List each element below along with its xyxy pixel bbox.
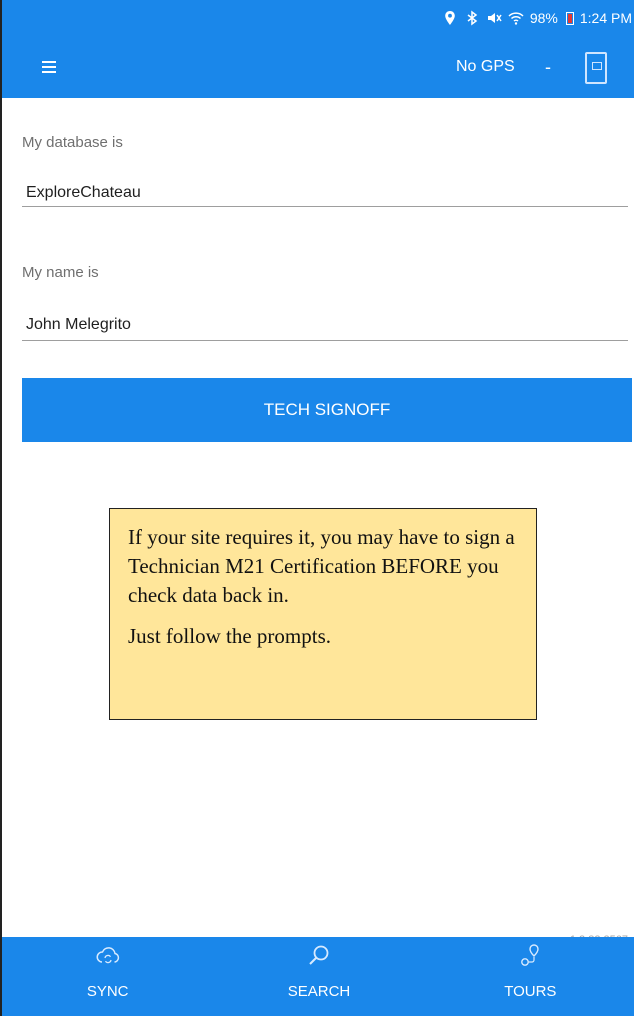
nav-item-sync[interactable]: SYNC <box>2 937 213 1016</box>
hamburger-menu-icon[interactable] <box>32 58 66 80</box>
note-paragraph-1: If your site requires it, you may have t… <box>128 525 515 607</box>
app-screen: 98% 1:24 PM No GPS - My database is Expl… <box>0 0 634 1016</box>
nav-label-tours: TOURS <box>504 983 557 1000</box>
name-label: My name is <box>22 264 99 281</box>
tech-signoff-button[interactable]: TECH SIGNOFF <box>22 378 632 442</box>
document-icon[interactable] <box>585 52 607 84</box>
status-icons: 98% 1:24 PM <box>442 10 632 26</box>
clock: 1:24 PM <box>579 10 632 26</box>
database-field[interactable]: ExploreChateau <box>26 184 141 202</box>
gps-separator: - <box>545 57 551 77</box>
status-bar: 98% 1:24 PM <box>2 0 634 38</box>
name-field[interactable]: John Melegrito <box>26 316 131 334</box>
nav-item-search[interactable]: SEARCH <box>213 937 424 1016</box>
location-icon <box>442 10 458 26</box>
cloud-sync-icon <box>96 947 119 964</box>
battery-percent: 98% <box>529 10 558 26</box>
database-label: My database is <box>22 134 123 151</box>
wifi-icon <box>508 10 524 26</box>
app-bar: No GPS - <box>2 38 634 98</box>
note-paragraph-2: Just follow the prompts. <box>128 624 331 648</box>
database-field-underline <box>22 206 628 207</box>
nav-label-sync: SYNC <box>86 983 129 1000</box>
callout-note: If your site requires it, you may have t… <box>109 508 537 720</box>
search-icon <box>309 945 329 965</box>
nav-label-search: SEARCH <box>287 983 351 1000</box>
gps-status: No GPS <box>456 58 515 75</box>
nav-item-tours[interactable]: TOURS <box>425 937 634 1016</box>
battery-icon <box>565 11 574 25</box>
bottom-nav: SYNC SEARCH TOURS <box>2 937 634 1016</box>
map-pin-route-icon <box>521 944 540 966</box>
mute-icon <box>486 10 502 26</box>
bluetooth-icon <box>464 10 480 26</box>
name-field-underline <box>22 340 628 341</box>
